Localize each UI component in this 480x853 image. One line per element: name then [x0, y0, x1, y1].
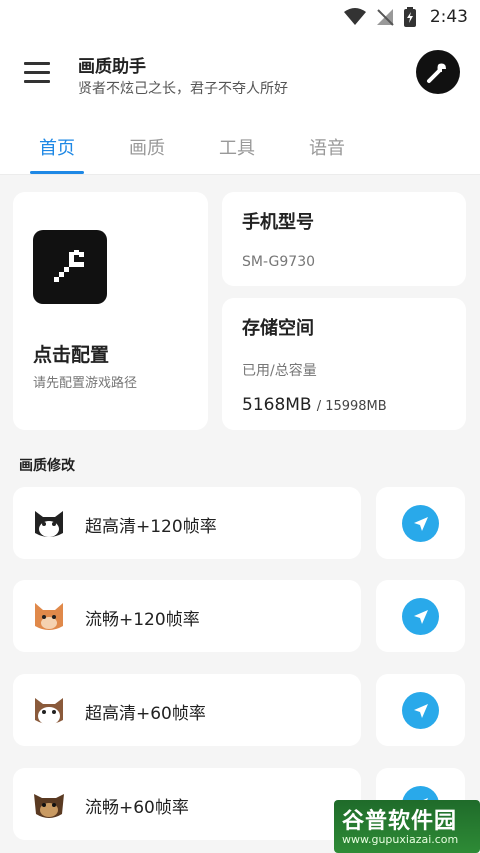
phone-model-title: 手机型号	[242, 212, 314, 233]
tab-voice[interactable]: 语音	[297, 134, 357, 160]
preset-row[interactable]: 流畅+120帧率	[13, 580, 361, 652]
watermark-logo: 谷普软件园 www.gupuxiazai.com	[334, 800, 480, 853]
wrench-icon	[54, 250, 84, 282]
app-subtitle: 贤者不炫己之长，君子不夺人所好	[78, 81, 288, 97]
config-subtitle: 请先配置游戏路径	[33, 376, 138, 391]
app-header: 画质助手 贤者不炫己之长，君子不夺人所好	[0, 34, 480, 120]
hamburger-icon-line	[24, 71, 50, 74]
cat-icon	[35, 511, 63, 537]
send-icon	[413, 516, 428, 531]
battery-icon	[403, 7, 416, 27]
apply-button[interactable]	[376, 674, 465, 746]
wrench-icon	[427, 63, 446, 83]
tab-bar: 首页 画质 工具 语音	[0, 120, 480, 175]
apply-button[interactable]	[376, 580, 465, 652]
status-bar: 2:43	[0, 0, 480, 34]
cat-icon	[35, 603, 63, 630]
phone-model-card: 手机型号 SM-G9730	[222, 192, 466, 286]
menu-button[interactable]	[24, 62, 50, 84]
storage-caption: 已用/总容量	[242, 363, 317, 379]
storage-title: 存储空间	[242, 318, 314, 339]
phone-model-value: SM-G9730	[242, 254, 316, 270]
preset-label: 流畅+120帧率	[85, 610, 200, 630]
hamburger-icon-line	[24, 62, 50, 65]
tab-quality[interactable]: 画质	[117, 134, 177, 160]
tab-home[interactable]: 首页	[27, 134, 87, 160]
no-signal-icon	[376, 9, 394, 26]
send-icon-circle	[402, 505, 439, 542]
config-title: 点击配置	[33, 344, 110, 366]
config-card[interactable]: 点击配置 请先配置游戏路径	[13, 192, 208, 430]
wifi-icon	[343, 8, 366, 25]
storage-total: / 15998MB	[316, 399, 387, 414]
send-icon-circle	[402, 598, 439, 635]
storage-used: 5168MB	[242, 395, 312, 415]
send-icon-circle	[402, 692, 439, 729]
apply-button[interactable]	[376, 487, 465, 559]
preset-row[interactable]: 流畅+60帧率	[13, 768, 361, 840]
hamburger-icon-line	[24, 80, 50, 83]
tab-indicator	[30, 171, 84, 174]
config-wrench-icon	[33, 230, 107, 304]
dog-icon	[34, 794, 64, 818]
preset-label: 超高清+120帧率	[85, 517, 217, 537]
watermark-url: www.gupuxiazai.com	[342, 833, 459, 846]
send-icon	[413, 703, 428, 718]
preset-label: 超高清+60帧率	[85, 704, 206, 724]
status-time: 2:43	[429, 7, 468, 27]
tab-tools[interactable]: 工具	[207, 134, 267, 160]
app-title: 画质助手	[78, 57, 146, 77]
watermark-title: 谷普软件园	[342, 809, 458, 834]
preset-row[interactable]: 超高清+120帧率	[13, 487, 361, 559]
quality-section-title: 画质修改	[19, 458, 75, 474]
preset-label: 流畅+60帧率	[85, 798, 189, 818]
send-icon	[413, 609, 428, 624]
storage-card: 存储空间 已用/总容量 5168MB / 15998MB	[222, 298, 466, 430]
storage-values: 5168MB / 15998MB	[242, 395, 387, 415]
cat-icon	[35, 698, 63, 725]
wrench-avatar-button[interactable]	[416, 50, 460, 94]
preset-row[interactable]: 超高清+60帧率	[13, 674, 361, 746]
